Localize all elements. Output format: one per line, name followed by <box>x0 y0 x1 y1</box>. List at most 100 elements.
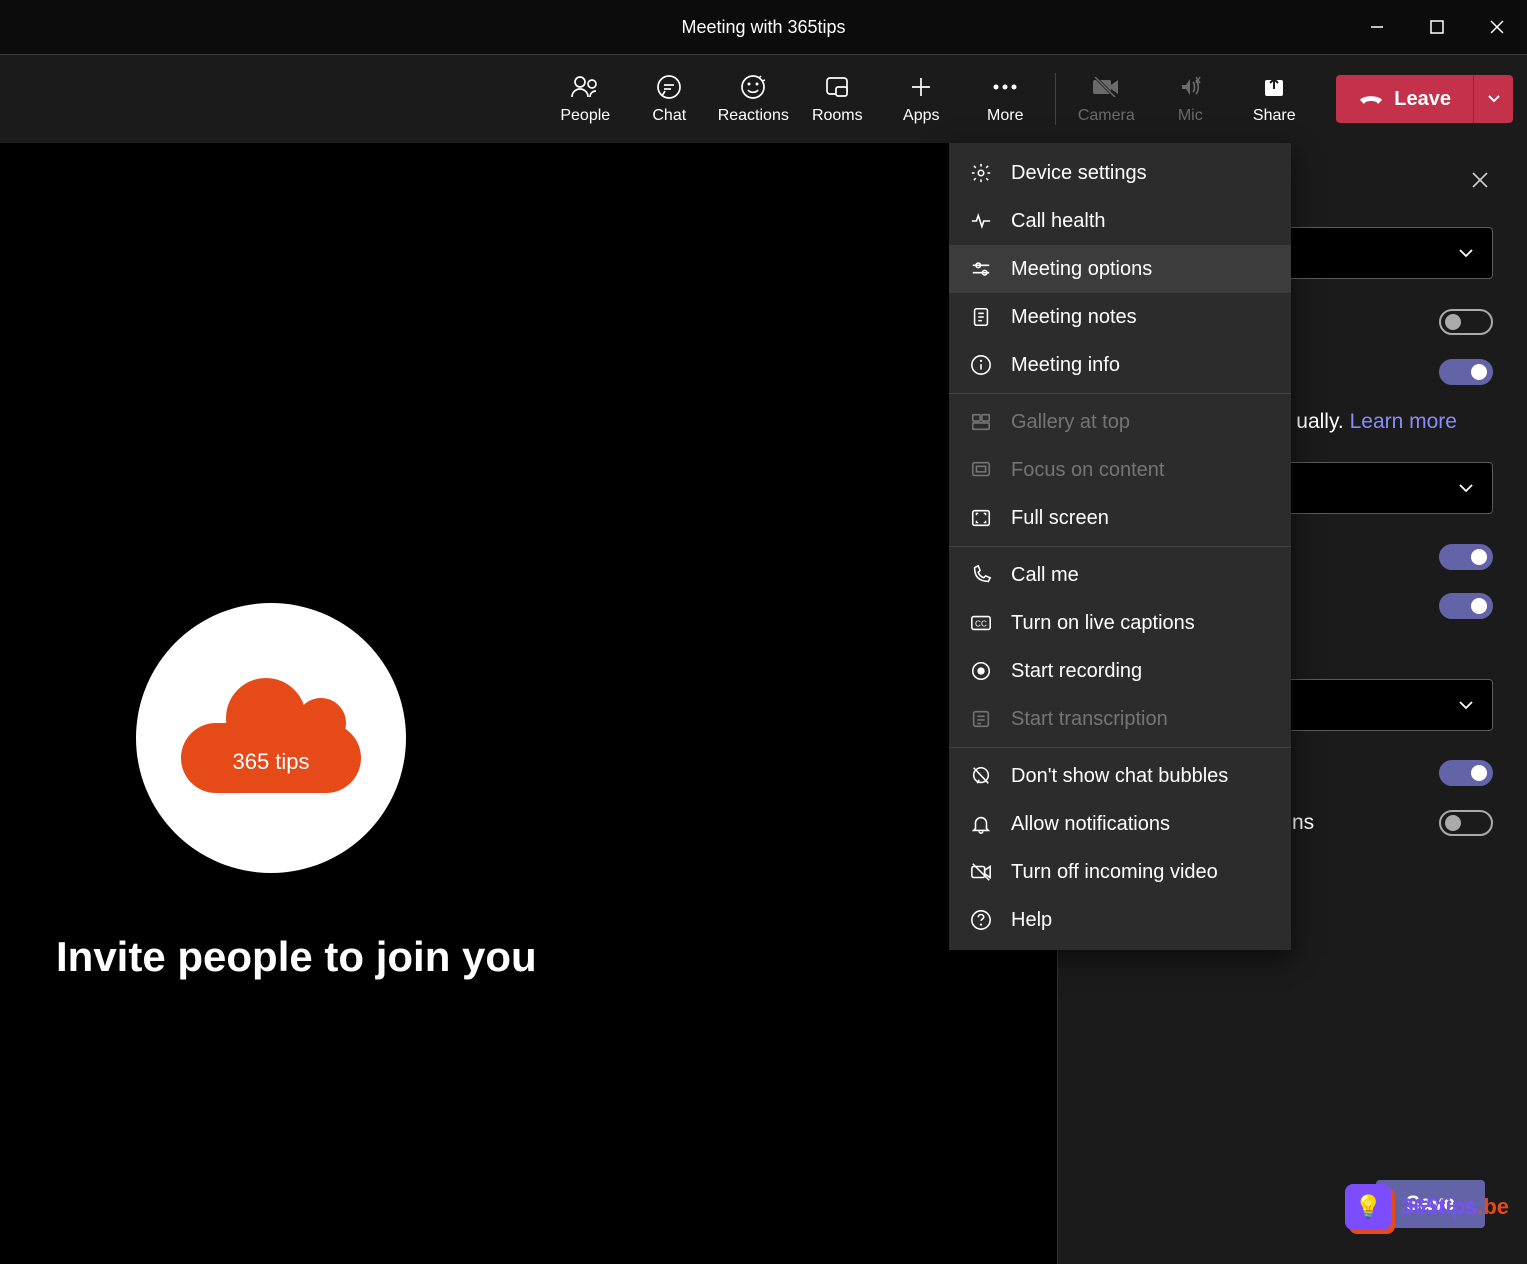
menu-item-label: Turn off incoming video <box>1011 861 1218 884</box>
invite-heading: Invite people to join you <box>56 933 537 981</box>
allow-reactions-toggle[interactable] <box>1439 760 1493 786</box>
menu-item-allow-notifications[interactable]: Allow notifications <box>949 800 1291 848</box>
phone-icon <box>969 563 993 587</box>
apps-label: Apps <box>903 107 939 125</box>
window-title: Meeting with 365tips <box>681 17 845 38</box>
cart-captions-toggle[interactable] <box>1439 810 1493 836</box>
notes-icon <box>969 305 993 329</box>
menu-item-label: Call me <box>1011 564 1079 587</box>
leave-button[interactable]: Leave <box>1336 75 1473 123</box>
menu-item-meeting-notes[interactable]: Meeting notes <box>949 293 1291 341</box>
watermark-text: 365tips.be <box>1401 1194 1509 1220</box>
more-label: More <box>987 107 1023 125</box>
menu-item-device-settings[interactable]: Device settings <box>949 149 1291 197</box>
toolbar-separator <box>1055 73 1056 125</box>
gallery-icon <box>969 410 993 434</box>
transcript-icon <box>969 707 993 731</box>
watermark-badge-icon: 💡 <box>1345 1184 1391 1230</box>
rooms-button[interactable]: Rooms <box>795 55 879 143</box>
chevron-down-icon <box>1458 248 1474 258</box>
announce-toggle[interactable] <box>1439 359 1493 385</box>
menu-separator <box>949 546 1291 547</box>
menu-item-meeting-info[interactable]: Meeting info <box>949 341 1291 389</box>
menu-item-full-screen[interactable]: Full screen <box>949 494 1291 542</box>
menu-item-label: Help <box>1011 909 1052 932</box>
close-button[interactable] <box>1467 0 1527 54</box>
menu-item-help[interactable]: Help <box>949 896 1291 944</box>
camera-off-icon <box>1092 73 1120 101</box>
bypass-toggle[interactable] <box>1439 309 1493 335</box>
menu-item-label: Don't show chat bubbles <box>1011 765 1228 788</box>
chat-label: Chat <box>652 107 686 125</box>
allow-mic-toggle[interactable] <box>1439 544 1493 570</box>
pulse-icon <box>969 209 993 233</box>
menu-item-label: Full screen <box>1011 507 1109 530</box>
bell-icon <box>969 812 993 836</box>
gear-icon <box>969 161 993 185</box>
learn-more-link[interactable]: Learn more <box>1350 410 1457 433</box>
minimize-button[interactable] <box>1347 0 1407 54</box>
sliders-icon <box>969 257 993 281</box>
record-icon <box>969 659 993 683</box>
share-icon <box>1262 73 1286 101</box>
mic-off-icon <box>1178 73 1202 101</box>
menu-item-label: Focus on content <box>1011 459 1164 482</box>
close-icon <box>1471 171 1489 189</box>
menu-item-label: Meeting options <box>1011 258 1152 281</box>
ellipsis-icon <box>992 73 1018 101</box>
mic-button[interactable]: Mic <box>1148 55 1232 143</box>
menu-item-don-t-show-chat-bubbles[interactable]: Don't show chat bubbles <box>949 752 1291 800</box>
menu-item-label: Start recording <box>1011 660 1142 683</box>
cloud-logo: 365 tips <box>181 683 361 793</box>
share-button[interactable]: Share <box>1232 55 1316 143</box>
menu-item-label: Turn on live captions <box>1011 612 1195 635</box>
avatar-text: 365 tips <box>181 749 361 775</box>
reactions-label: Reactions <box>718 107 789 125</box>
panel-close-button[interactable] <box>1463 163 1497 197</box>
menu-item-turn-off-incoming-video[interactable]: Turn off incoming video <box>949 848 1291 896</box>
title-bar: Meeting with 365tips <box>0 0 1527 55</box>
bubble-off-icon <box>969 764 993 788</box>
menu-item-call-me[interactable]: Call me <box>949 551 1291 599</box>
mic-label: Mic <box>1178 107 1203 125</box>
menu-item-gallery-at-top: Gallery at top <box>949 398 1291 446</box>
menu-item-start-transcription: Start transcription <box>949 695 1291 743</box>
menu-item-label: Device settings <box>1011 162 1147 185</box>
menu-item-meeting-options[interactable]: Meeting options <box>949 245 1291 293</box>
camera-label: Camera <box>1078 107 1135 125</box>
people-icon <box>570 73 600 101</box>
fullscreen-icon <box>969 506 993 530</box>
menu-separator <box>949 747 1291 748</box>
people-label: People <box>560 107 610 125</box>
apps-button[interactable]: Apps <box>879 55 963 143</box>
menu-item-label: Allow notifications <box>1011 813 1170 836</box>
chat-icon <box>656 73 682 101</box>
reactions-button[interactable]: Reactions <box>711 55 795 143</box>
menu-item-turn-on-live-captions[interactable]: CC Turn on live captions <box>949 599 1291 647</box>
leave-label: Leave <box>1394 88 1451 111</box>
info-icon <box>969 353 993 377</box>
allow-camera-toggle[interactable] <box>1439 593 1493 619</box>
menu-item-call-health[interactable]: Call health <box>949 197 1291 245</box>
meeting-toolbar: People Chat Reactions Rooms Apps More <box>0 55 1527 143</box>
menu-item-start-recording[interactable]: Start recording <box>949 647 1291 695</box>
window-controls <box>1347 0 1527 54</box>
invite-block: 365 tips Invite people to join you <box>56 603 537 981</box>
plus-icon <box>909 73 933 101</box>
more-button[interactable]: More <box>963 55 1047 143</box>
chevron-down-icon <box>1458 483 1474 493</box>
help-icon <box>969 908 993 932</box>
camera-button[interactable]: Camera <box>1064 55 1148 143</box>
organizer-avatar: 365 tips <box>136 603 406 873</box>
rooms-icon <box>825 73 849 101</box>
chat-button[interactable]: Chat <box>627 55 711 143</box>
menu-item-focus-on-content: Focus on content <box>949 446 1291 494</box>
more-menu: Device settings Call health Meeting option… <box>949 143 1291 950</box>
leave-group: Leave <box>1336 75 1513 123</box>
menu-separator <box>949 393 1291 394</box>
hangup-icon <box>1358 92 1384 106</box>
leave-options-button[interactable] <box>1473 75 1513 123</box>
maximize-button[interactable] <box>1407 0 1467 54</box>
cc-icon: CC <box>969 611 993 635</box>
people-button[interactable]: People <box>543 55 627 143</box>
